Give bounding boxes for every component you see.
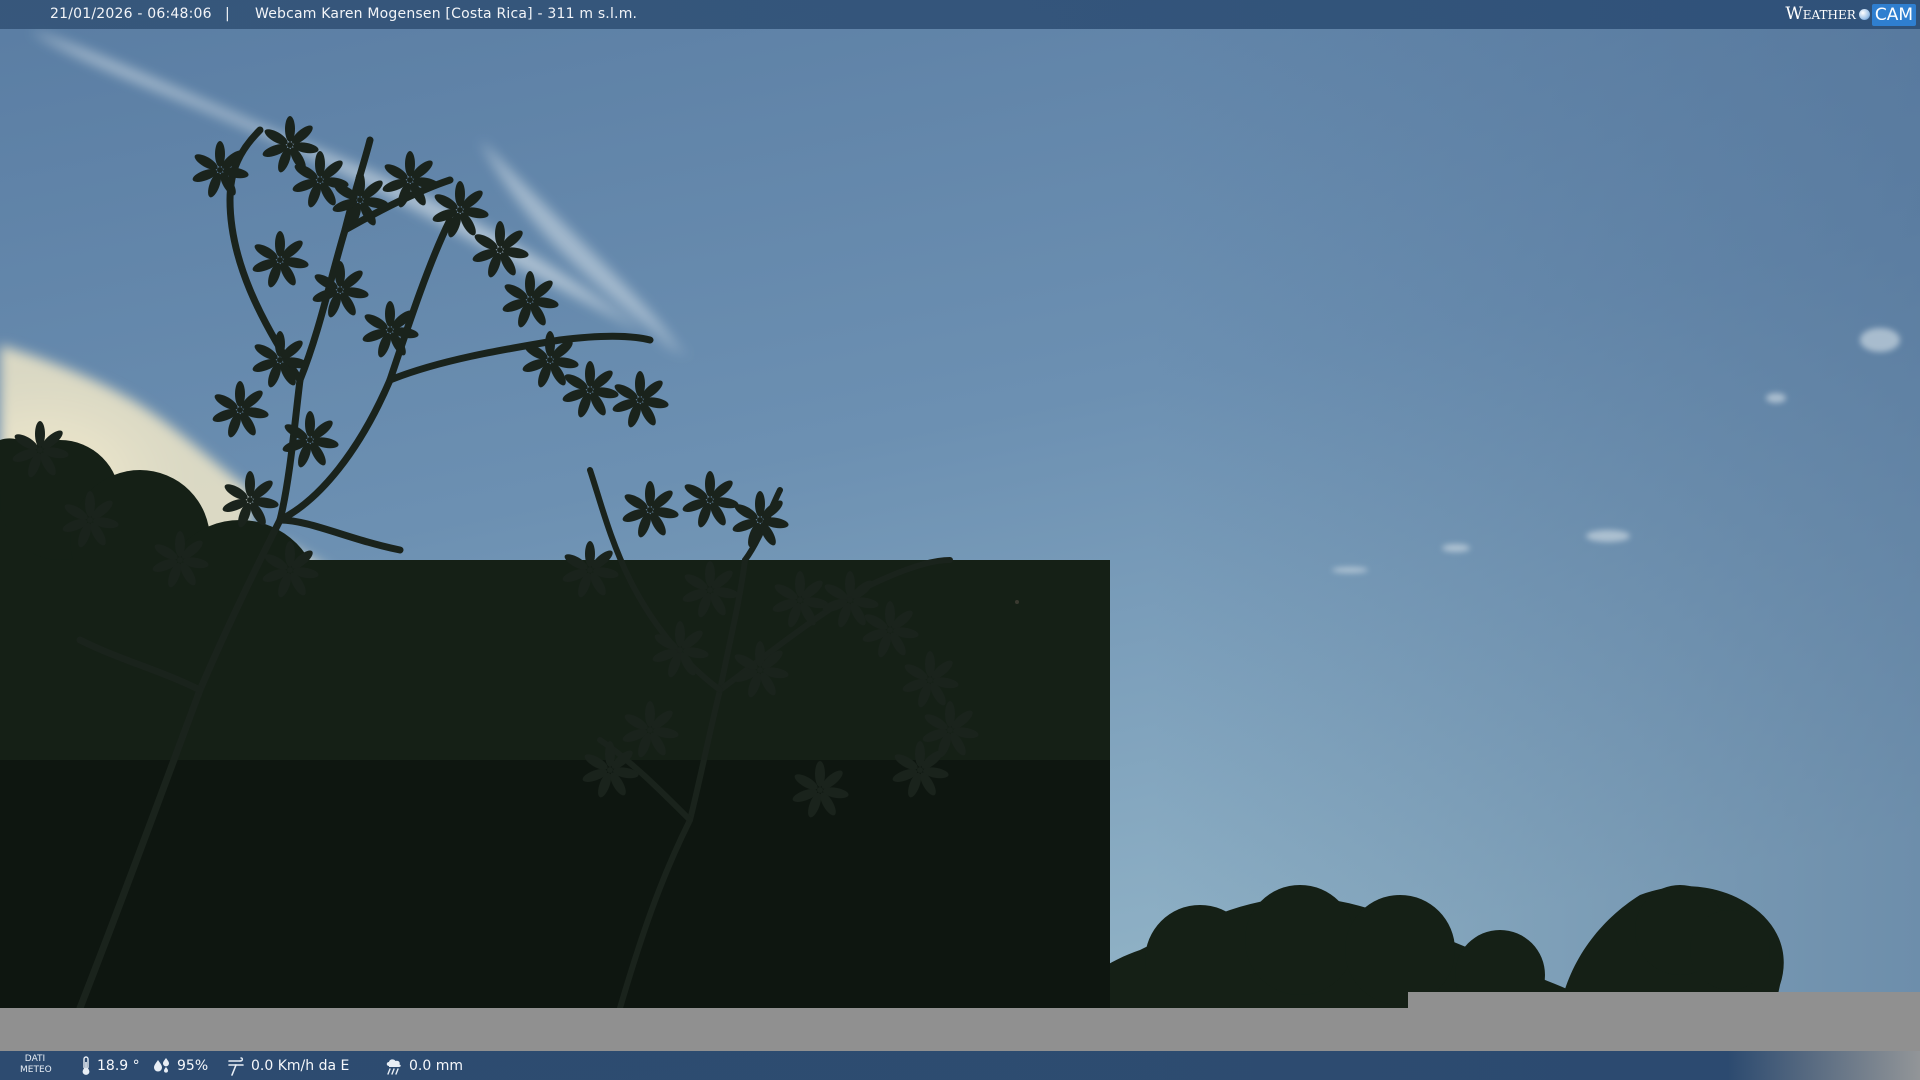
wind-value: 0.0 Km/h da E (251, 1057, 350, 1074)
grey-overlay-band (0, 1008, 1920, 1051)
dati-meteo-label[interactable]: DATI METEO (20, 1054, 52, 1076)
webcam-title: Webcam Karen Mogensen [Costa Rica] - 311… (255, 6, 638, 22)
globe-icon (1858, 9, 1870, 20)
rain-reading: 0.0 mm (384, 1051, 463, 1080)
temperature-value: 18.9 ° (97, 1057, 140, 1074)
wind-icon (228, 1056, 244, 1076)
webcam-image (0, 0, 1920, 1080)
logo-weather-text: Weather (1785, 4, 1856, 24)
weathercam-logo[interactable]: Weather CAM (1785, 2, 1916, 27)
header-separator: | (225, 6, 230, 22)
webcam-frame: 21/01/2026 - 06:48:06 | Webcam Karen Mog… (0, 0, 1920, 1080)
droplets-icon (154, 1057, 169, 1073)
humidity-reading: 95% (152, 1051, 208, 1080)
rain-cloud-icon (386, 1058, 401, 1075)
temperature-reading: 18.9 ° (80, 1051, 140, 1080)
thermometer-icon (82, 1055, 90, 1075)
humidity-value: 95% (177, 1057, 209, 1074)
timestamp: 21/01/2026 - 06:48:06 (50, 6, 212, 22)
logo-cam-text: CAM (1871, 3, 1916, 26)
wind-reading: 0.0 Km/h da E (226, 1051, 349, 1080)
header-bar: 21/01/2026 - 06:48:06 | Webcam Karen Mog… (0, 0, 1920, 29)
grey-overlay-notch (1408, 992, 1920, 1009)
weather-data-bar: DATI METEO 18.9 ° 95% 0.0 Km/h da E 0.0 … (0, 1051, 1920, 1080)
rain-value: 0.0 mm (409, 1057, 463, 1074)
